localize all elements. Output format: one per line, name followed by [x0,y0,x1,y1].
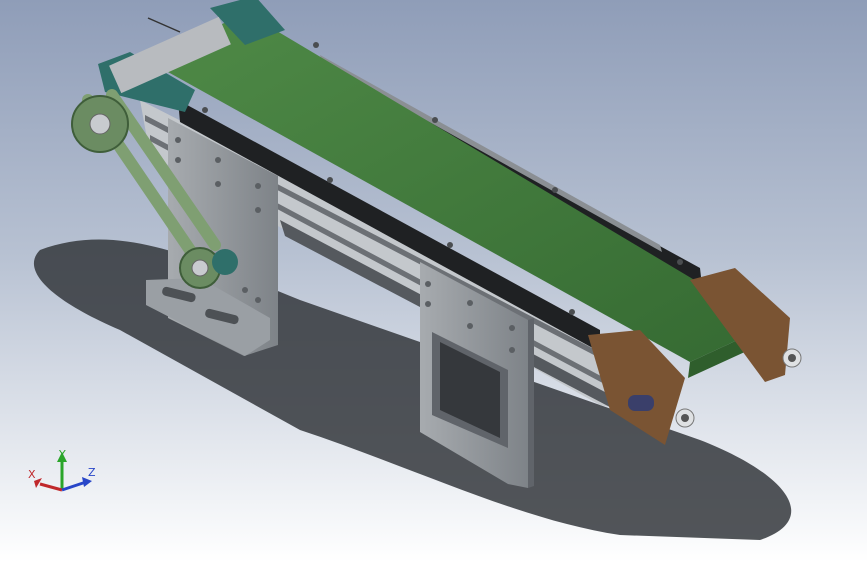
conveyor-model-view[interactable] [0,0,867,562]
triad-z-axis [61,480,87,492]
drive-shaft-pin [147,17,181,33]
motor-pulley-hub [191,259,209,277]
tail-tension-slot [628,395,654,411]
drive-pulley-hub [89,113,111,135]
coordinate-triad: X Y Z [28,448,96,492]
graphics-viewport[interactable]: X Y Z [0,0,867,562]
drive-shaft-flange [212,249,238,275]
triad-x-label: X [28,468,36,481]
triad-y-label: Y [58,448,66,461]
triad-z-label: Z [88,466,96,479]
leg-plate-edge [528,318,534,488]
triad-x-axis [39,482,63,492]
